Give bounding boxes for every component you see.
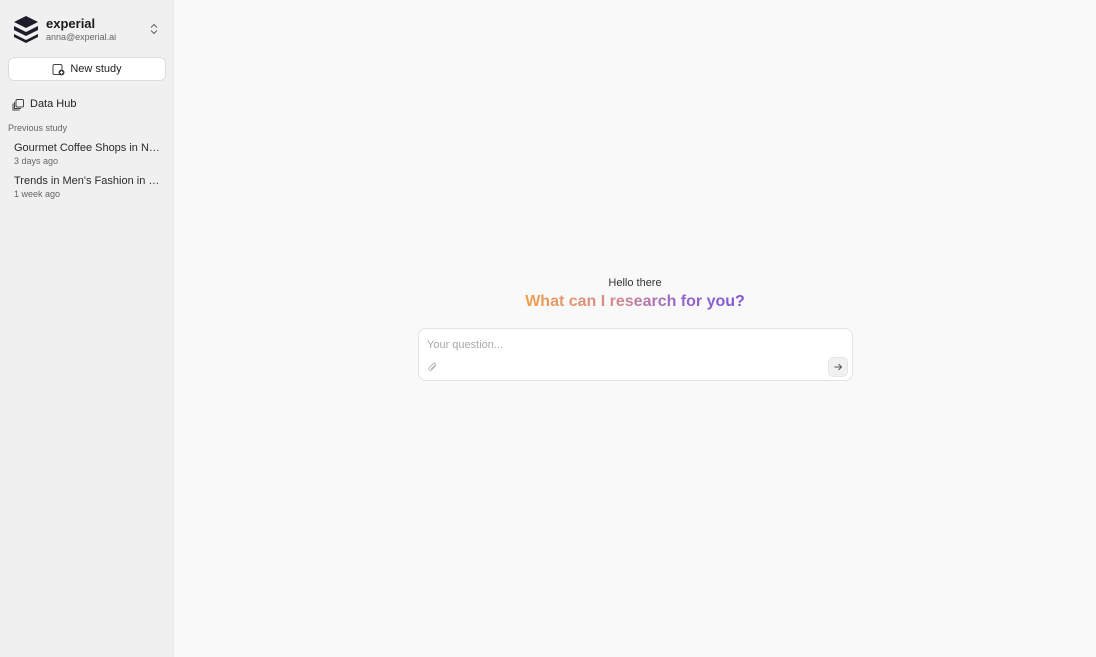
data-hub-icon	[12, 98, 24, 110]
brand-name: experial	[46, 15, 96, 31]
sidebar-item-data-hub[interactable]: Data Hub	[8, 95, 165, 113]
new-study-label: New study	[70, 63, 122, 75]
chevron-up-down-icon[interactable]	[147, 20, 161, 38]
hero: Hello there What can I research for you?	[174, 277, 1096, 311]
account-switcher[interactable]: experial anna@experial.ai	[8, 12, 165, 46]
sidebar-item-label: Data Hub	[30, 98, 77, 110]
study-title: Trends in Men's Fashion in It...	[14, 175, 160, 187]
account-text: experial anna@experial.ai	[46, 17, 116, 42]
study-date: 1 week ago	[14, 189, 61, 199]
question-input[interactable]	[427, 337, 807, 353]
main-area: Hello there What can I research for you?	[174, 0, 1096, 657]
send-button[interactable]	[828, 357, 848, 377]
account-email: anna@experial.ai	[46, 31, 117, 42]
sidebar: experial anna@experial.ai New study Data…	[0, 0, 174, 657]
experial-logo-icon	[14, 16, 38, 43]
previous-study-item[interactable]: Gourmet Coffee Shops in Ne... 3 days ago	[8, 142, 165, 166]
study-title: Gourmet Coffee Shops in Ne...	[14, 142, 160, 154]
study-date: 3 days ago	[14, 156, 59, 166]
arrow-right-icon	[834, 363, 843, 371]
app-window: experial anna@experial.ai New study Data…	[0, 0, 1096, 657]
previous-study-heading: Previous study	[8, 123, 68, 133]
greeting: Hello there	[608, 277, 662, 289]
previous-study-item[interactable]: Trends in Men's Fashion in It... 1 week …	[8, 175, 165, 199]
new-study-button[interactable]: New study	[8, 57, 166, 81]
paperclip-icon[interactable]	[427, 361, 438, 373]
new-study-icon	[52, 63, 65, 75]
headline: What can I research for you?	[525, 293, 745, 310]
question-composer	[418, 328, 853, 381]
